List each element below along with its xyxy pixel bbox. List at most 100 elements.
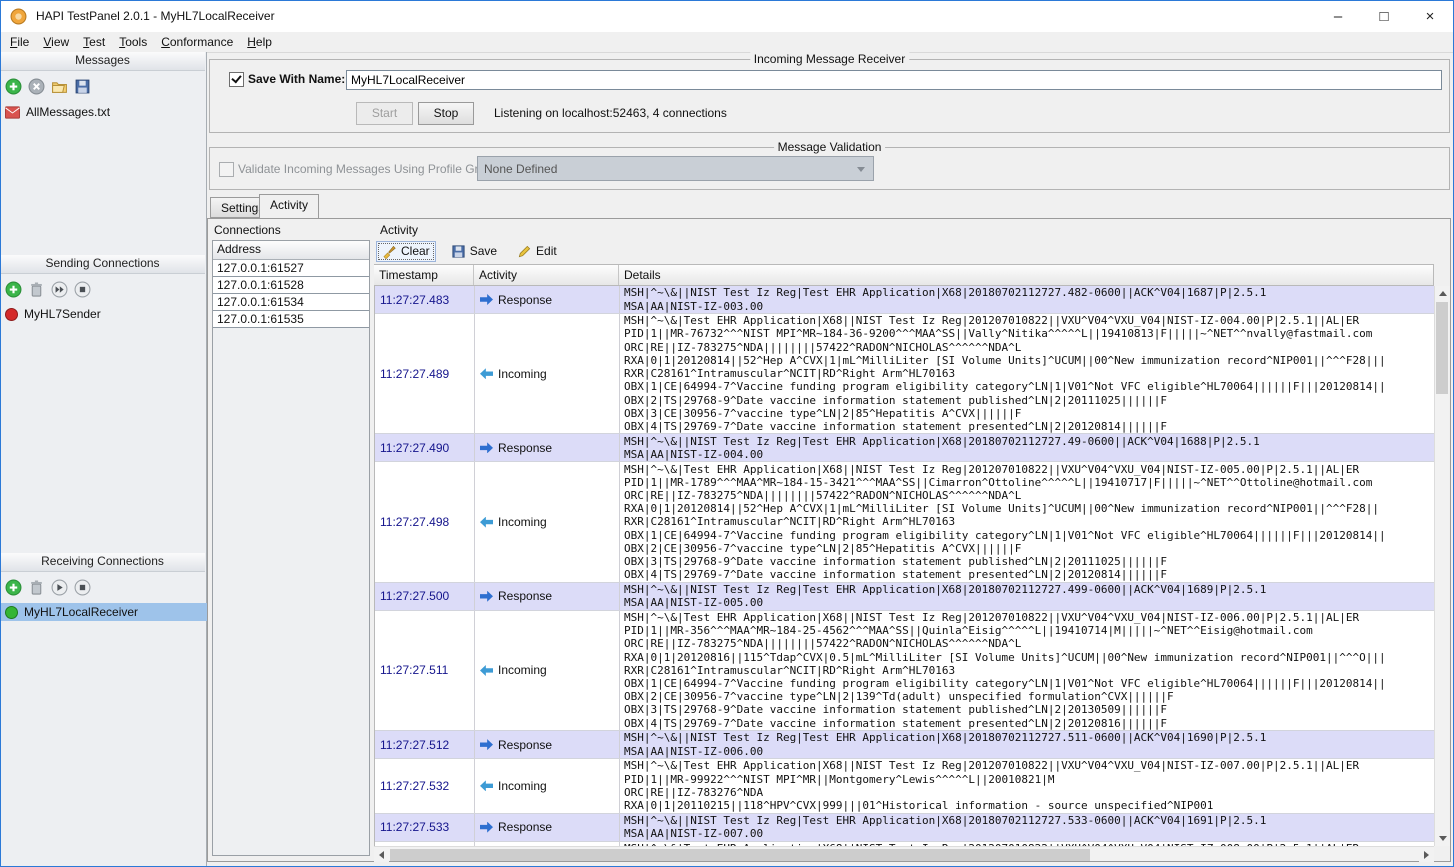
connection-row[interactable]: 127.0.0.1:61534 — [213, 294, 369, 311]
activity-row[interactable]: 11:27:27.532 Incoming MSH|^~\&|Test EHR … — [375, 759, 1434, 813]
messages-toolbar — [5, 75, 91, 97]
direction-label: Incoming — [498, 663, 547, 677]
activity-title: Activity — [380, 223, 418, 237]
close-button[interactable]: × — [1407, 1, 1453, 32]
connection-row[interactable]: 127.0.0.1:61535 — [213, 311, 369, 328]
activity-row-details: MSH|^~\&||NIST Test Iz Reg|Test EHR Appl… — [620, 731, 1434, 758]
message-file-item[interactable]: AllMessages.txt — [0, 103, 210, 121]
running-status-icon — [5, 606, 18, 619]
connection-row[interactable]: 127.0.0.1:61528 — [213, 277, 369, 294]
activity-row-type: Response — [475, 731, 620, 758]
edit-button[interactable]: Edit — [512, 242, 562, 261]
clear-button[interactable]: Clear — [376, 241, 436, 262]
direction-label: Response — [498, 820, 552, 834]
activity-row-timestamp: 11:27:27.533 — [375, 814, 475, 841]
menu-help[interactable]: Help — [240, 33, 279, 51]
menu-test[interactable]: Test — [76, 33, 112, 51]
message-validation-group: Message Validation Validate Incoming Mes… — [209, 147, 1450, 190]
add-icon[interactable] — [5, 281, 22, 298]
activity-row-details: MSH|^~\&|Test EHR Application|X68||NIST … — [620, 314, 1434, 433]
activity-row-type: Incoming — [475, 759, 620, 812]
activity-row-details: MSH|^~\&|Test EHR Application|X68||NIST … — [620, 611, 1434, 730]
activity-row[interactable]: 11:27:27.498 Incoming MSH|^~\&|Test EHR … — [375, 462, 1434, 582]
save-with-name-checkbox[interactable] — [229, 72, 244, 87]
activity-row-timestamp: 11:27:27.489 — [375, 314, 475, 433]
message-file-label: AllMessages.txt — [26, 105, 110, 119]
receiver-item[interactable]: MyHL7LocalReceiver — [0, 603, 210, 621]
column-header-activity[interactable]: Activity — [474, 265, 619, 285]
horizontal-scrollbar — [374, 846, 1434, 861]
activity-row[interactable]: 11:27:27.533 Response MSH|^~\&||NIST Tes… — [375, 814, 1434, 842]
start-button[interactable]: Start — [356, 102, 413, 125]
activity-row-type: Response — [475, 814, 620, 841]
activity-row[interactable]: 11:27:27.489 Incoming MSH|^~\&|Test EHR … — [375, 314, 1434, 434]
menu-tools[interactable]: Tools — [112, 33, 154, 51]
receiving-connections-header: Receiving Connections — [0, 553, 205, 572]
scroll-up-icon[interactable] — [1435, 286, 1450, 301]
hapi-logo-icon — [10, 8, 27, 25]
menu-conformance[interactable]: Conformance — [154, 33, 240, 51]
activity-row[interactable]: 11:27:27.511 Incoming MSH|^~\&|Test EHR … — [375, 611, 1434, 731]
window-title: HAPI TestPanel 2.0.1 - MyHL7LocalReceive… — [36, 9, 275, 23]
direction-label: Response — [498, 293, 552, 307]
save-activity-button[interactable]: Save — [446, 242, 502, 261]
menu-bar: FileViewTestToolsConformanceHelp — [0, 32, 1454, 53]
delete-icon[interactable] — [28, 281, 45, 298]
menu-file[interactable]: File — [3, 33, 36, 51]
activity-row-type: Incoming — [475, 462, 620, 581]
start-all-icon[interactable] — [51, 281, 68, 298]
menu-view[interactable]: View — [36, 33, 76, 51]
activity-row-details: MSH|^~\&||NIST Test Iz Reg|Test EHR Appl… — [620, 814, 1434, 841]
sender-item[interactable]: MyHL7Sender — [0, 305, 210, 323]
scroll-right-icon[interactable] — [1419, 847, 1434, 862]
validate-checkbox[interactable] — [219, 162, 234, 177]
direction-icon — [480, 517, 493, 528]
save-icon[interactable] — [74, 78, 91, 95]
scroll-left-icon[interactable] — [374, 847, 389, 862]
add-icon[interactable] — [5, 78, 22, 95]
vertical-scroll-thumb[interactable] — [1436, 302, 1448, 394]
activity-row[interactable]: 11:27:27.483 Response MSH|^~\&||NIST Tes… — [375, 286, 1434, 314]
scrollbar-corner — [1434, 846, 1449, 861]
activity-row-type: Incoming — [475, 314, 620, 433]
add-icon[interactable] — [5, 579, 22, 596]
column-header-timestamp[interactable]: Timestamp — [374, 265, 474, 285]
delete-icon[interactable] — [28, 579, 45, 596]
tab-activity[interactable]: Activity — [259, 194, 319, 218]
direction-icon — [480, 822, 493, 833]
activity-row[interactable]: 11:27:27.500 Response MSH|^~\&||NIST Tes… — [375, 583, 1434, 611]
save-name-input[interactable] — [346, 70, 1442, 90]
direction-icon — [480, 368, 493, 379]
connection-row[interactable]: 127.0.0.1:61527 — [213, 260, 369, 277]
vertical-scrollbar — [1434, 286, 1449, 846]
horizontal-scroll-thumb[interactable] — [390, 849, 1090, 861]
activity-row-details: MSH|^~\&||NIST Test Iz Reg|Test EHR Appl… — [620, 434, 1434, 461]
minimize-button[interactable]: – — [1315, 1, 1361, 32]
remove-icon[interactable] — [28, 78, 45, 95]
connections-column-header[interactable]: Address — [213, 241, 369, 260]
validate-label: Validate Incoming Messages Using Profile… — [238, 162, 502, 176]
sending-connections-header: Sending Connections — [0, 255, 205, 274]
direction-label: Response — [498, 441, 552, 455]
scroll-down-icon[interactable] — [1435, 831, 1450, 846]
stop-button[interactable]: Stop — [418, 102, 474, 125]
direction-icon — [480, 739, 493, 750]
activity-row[interactable]: 11:27:27.512 Response MSH|^~\&||NIST Tes… — [375, 731, 1434, 759]
listening-status: Listening on localhost:52463, 4 connecti… — [494, 106, 727, 120]
sending-toolbar — [5, 278, 91, 300]
direction-icon — [480, 591, 493, 602]
start-icon[interactable] — [51, 579, 68, 596]
activity-row-details: MSH|^~\&|Test EHR Application|X68||NIST … — [620, 759, 1434, 812]
column-header-details[interactable]: Details — [619, 265, 1433, 285]
clear-icon — [382, 244, 397, 259]
activity-row[interactable]: 11:27:27.490 Response MSH|^~\&||NIST Tes… — [375, 434, 1434, 462]
stop-all-icon[interactable] — [74, 281, 91, 298]
profile-group-combo[interactable]: None Defined — [477, 156, 874, 181]
activity-table-header: Timestamp Activity Details — [374, 264, 1434, 286]
direction-icon — [480, 780, 493, 791]
stop-icon[interactable] — [74, 579, 91, 596]
save-button-label: Save — [470, 244, 497, 258]
maximize-button[interactable]: □ — [1361, 1, 1407, 32]
open-folder-icon[interactable] — [51, 78, 68, 95]
connections-rows: 127.0.0.1:61527127.0.0.1:61528127.0.0.1:… — [213, 260, 369, 328]
